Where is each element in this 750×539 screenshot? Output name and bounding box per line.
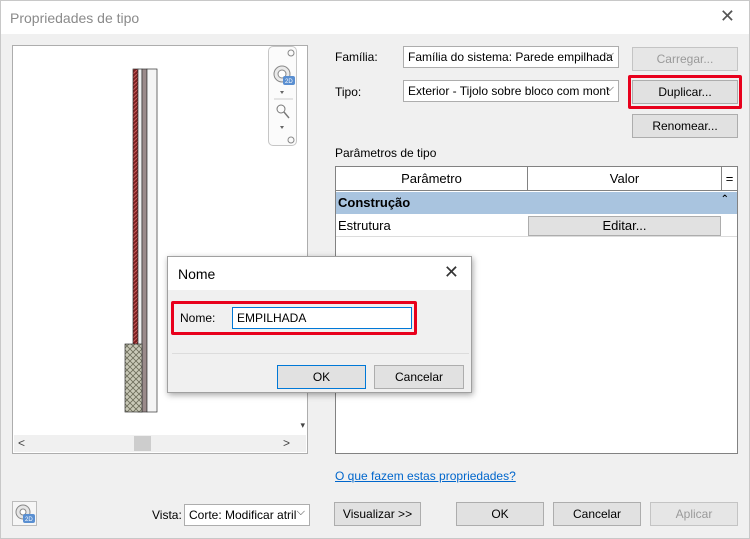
name-field-highlight: [171, 301, 417, 335]
column-header-parameter[interactable]: Parâmetro: [336, 167, 528, 191]
parameter-name: Estrutura: [338, 218, 391, 233]
dialog-cancel-button[interactable]: Cancelar: [374, 365, 464, 389]
view-label: Vista:: [152, 508, 182, 522]
preview-button[interactable]: Visualizar >>: [334, 502, 421, 526]
column-header-formula[interactable]: =: [722, 167, 737, 191]
chevron-down-icon: ⌵: [605, 48, 614, 60]
svg-text:2D: 2D: [25, 517, 33, 523]
ok-button[interactable]: OK: [456, 502, 544, 526]
navigation-bar[interactable]: 2D: [268, 46, 297, 146]
group-row-construction[interactable]: Construção ⌃: [336, 192, 737, 214]
scroll-left-icon[interactable]: <: [18, 436, 25, 450]
family-select[interactable]: Família do sistema: Parede empilhada ⌵: [403, 46, 619, 68]
help-link[interactable]: O que fazem estas propriedades?: [335, 469, 516, 483]
table-row: Estrutura Editar...: [336, 215, 737, 237]
cancel-button[interactable]: Cancelar: [553, 502, 641, 526]
scroll-thumb[interactable]: [134, 436, 151, 451]
dialog-title: Nome: [178, 266, 216, 282]
view-select-value: Corte: Modificar atril: [189, 508, 297, 522]
type-select[interactable]: Exterior - Tijolo sobre bloco com mont ⌵: [403, 80, 619, 102]
horizontal-scrollbar[interactable]: < >: [14, 435, 306, 452]
type-parameters-title: Parâmetros de tipo: [335, 146, 437, 160]
column-header-value[interactable]: Valor: [528, 167, 722, 191]
name-dialog: Nome ✕ Nome: EMPILHADA OK Cancelar: [167, 256, 472, 393]
dialog-ok-button[interactable]: OK: [277, 365, 366, 389]
edit-structure-button[interactable]: Editar...: [528, 216, 721, 236]
family-label: Família:: [335, 50, 378, 64]
duplicate-highlight: [628, 75, 742, 109]
close-icon[interactable]: ✕: [720, 7, 735, 25]
2d-view-icon: 2D: [15, 504, 35, 523]
group-label: Construção: [338, 195, 411, 210]
collapse-icon[interactable]: ⌃: [721, 194, 729, 205]
view-select[interactable]: Corte: Modificar atril ⌵: [184, 504, 310, 526]
chevron-down-icon: ⌵: [605, 82, 614, 94]
dialog-title-bar: Nome ✕: [168, 257, 471, 290]
navigation-bar-icons: 2D: [273, 49, 295, 144]
type-label: Tipo:: [335, 85, 362, 99]
title-bar: Propriedades de tipo ✕: [1, 1, 749, 34]
dialog-separator: [172, 353, 469, 354]
window-title: Propriedades de tipo: [10, 10, 140, 26]
rename-button[interactable]: Renomear...: [632, 114, 738, 138]
chevron-down-icon: ⌵: [296, 506, 305, 518]
svg-text:2D: 2D: [285, 79, 293, 85]
family-select-value: Família do sistema: Parede empilhada: [408, 50, 613, 64]
view-cube-button[interactable]: 2D: [12, 501, 37, 526]
close-icon[interactable]: ✕: [444, 262, 459, 283]
apply-button[interactable]: Aplicar: [650, 502, 738, 526]
load-button[interactable]: Carregar...: [632, 47, 738, 71]
scroll-down-icon[interactable]: ▾: [300, 420, 305, 431]
scroll-right-icon[interactable]: >: [283, 436, 290, 450]
type-select-value: Exterior - Tijolo sobre bloco com mont: [408, 84, 610, 98]
